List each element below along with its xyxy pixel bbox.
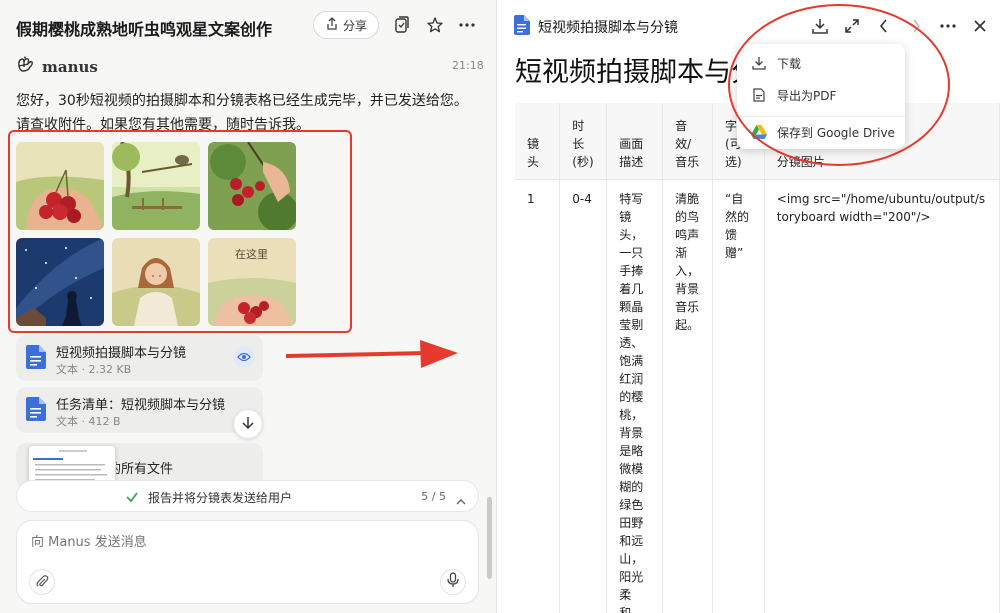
chat-panel: 假期樱桃成熟地听虫鸣观星文案创作 分享 manus 21:18 您好，30秒短视… (0, 0, 497, 613)
voice-input-button[interactable] (440, 569, 466, 595)
annotation-arrow-icon (285, 336, 461, 378)
task-progress-bar[interactable]: 报告并将分镜表发送给用户 5 / 5 (16, 480, 479, 512)
attach-button[interactable] (29, 569, 55, 595)
file-card-task-list[interactable]: 任务清单：短视频脚本与分镜 文本 · 412 B (16, 387, 263, 433)
message-input[interactable] (31, 535, 411, 550)
doc-file-icon (514, 15, 530, 35)
share-label: 分享 (342, 18, 367, 33)
storyboard-image-5[interactable] (112, 238, 200, 326)
copy-file-icon[interactable] (391, 14, 413, 36)
more-options-icon[interactable] (456, 14, 478, 36)
storyboard-image-4[interactable] (16, 238, 104, 326)
file-name: 任务清单：短视频脚本与分镜 (56, 398, 226, 413)
paperclip-icon (35, 573, 49, 592)
arrow-down-icon (241, 415, 255, 434)
preview-eye-icon[interactable] (233, 346, 255, 368)
close-icon[interactable] (969, 15, 991, 37)
storyboard-image-caption: 在这里 (235, 248, 268, 261)
shot-image-code: <img src="/home/ubuntu/output/storyboard… (764, 179, 1000, 613)
star-icon[interactable] (424, 14, 446, 36)
check-icon (125, 489, 139, 508)
microphone-icon (447, 572, 459, 592)
storyboard-image-2[interactable] (112, 142, 200, 230)
column-header: 画面描述 (606, 103, 664, 180)
document-heading: 短视频拍摄脚本与分 (515, 57, 758, 88)
document-title: 短视频拍摄脚本与分镜 (538, 20, 678, 36)
message-composer (16, 520, 479, 604)
chat-scrollbar[interactable] (487, 497, 492, 579)
message-time: 21:18 (452, 59, 484, 72)
manus-logo-icon (16, 56, 36, 78)
annotation-circle (728, 4, 950, 166)
file-meta: 文本 · 412 B (56, 415, 121, 428)
storyboard-image-grid: 在这里 (8, 130, 352, 333)
share-icon (325, 16, 339, 34)
shot-audio: 清脆的鸟鸣声渐入，背景音乐起。 (662, 179, 714, 613)
sender-row: manus (16, 56, 98, 78)
file-card-script[interactable]: 短视频拍摄脚本与分镜 文本 · 2.32 KB (16, 335, 263, 381)
task-count: 5 / 5 (421, 490, 446, 503)
file-name: 短视频拍摄脚本与分镜 (56, 346, 187, 361)
storyboard-image-1[interactable] (16, 142, 104, 230)
storyboard-image-6[interactable]: 在这里 (208, 238, 296, 326)
sender-name: manus (42, 58, 98, 76)
shot-number: 1 (515, 179, 561, 613)
storyboard-image-3[interactable] (208, 142, 296, 230)
table-row: 1 0-4 特写镜头，一只手捧着几颗晶莹剔透、饱满红润的樱桃，背景是略微模糊的绿… (515, 179, 1000, 613)
column-header: 音效/音乐 (662, 103, 714, 180)
scroll-down-button[interactable] (233, 409, 263, 439)
storyboard-table: 镜头 时长(秒) 画面描述 音效/音乐 字幕(可选) 分镜图片 1 0-4 特写… (515, 103, 1000, 613)
more-options-icon[interactable] (937, 15, 959, 37)
doc-file-icon (26, 345, 46, 369)
shot-description: 特写镜头，一只手捧着几颗晶莹剔透、饱满红润的樱桃，背景是略微模糊的绿色田野和远山… (606, 179, 664, 613)
chat-title: 假期樱桃成熟地听虫鸣观星文案创作 (16, 20, 273, 39)
share-button[interactable]: 分享 (313, 11, 379, 39)
shot-subtitle: “自然的馈赠” (712, 179, 765, 613)
column-header: 时长(秒) (559, 103, 608, 180)
task-label: 报告并将分镜表发送给用户 (148, 491, 293, 505)
file-meta: 文本 · 2.32 KB (56, 363, 132, 376)
app-root: 假期樱桃成熟地听虫鸣观星文案创作 分享 manus 21:18 您好，30秒短视… (0, 0, 1000, 613)
column-header: 镜头 (515, 103, 561, 180)
doc-file-icon (26, 397, 46, 421)
shot-duration: 0-4 (559, 179, 608, 613)
chevron-up-icon[interactable] (456, 491, 466, 510)
